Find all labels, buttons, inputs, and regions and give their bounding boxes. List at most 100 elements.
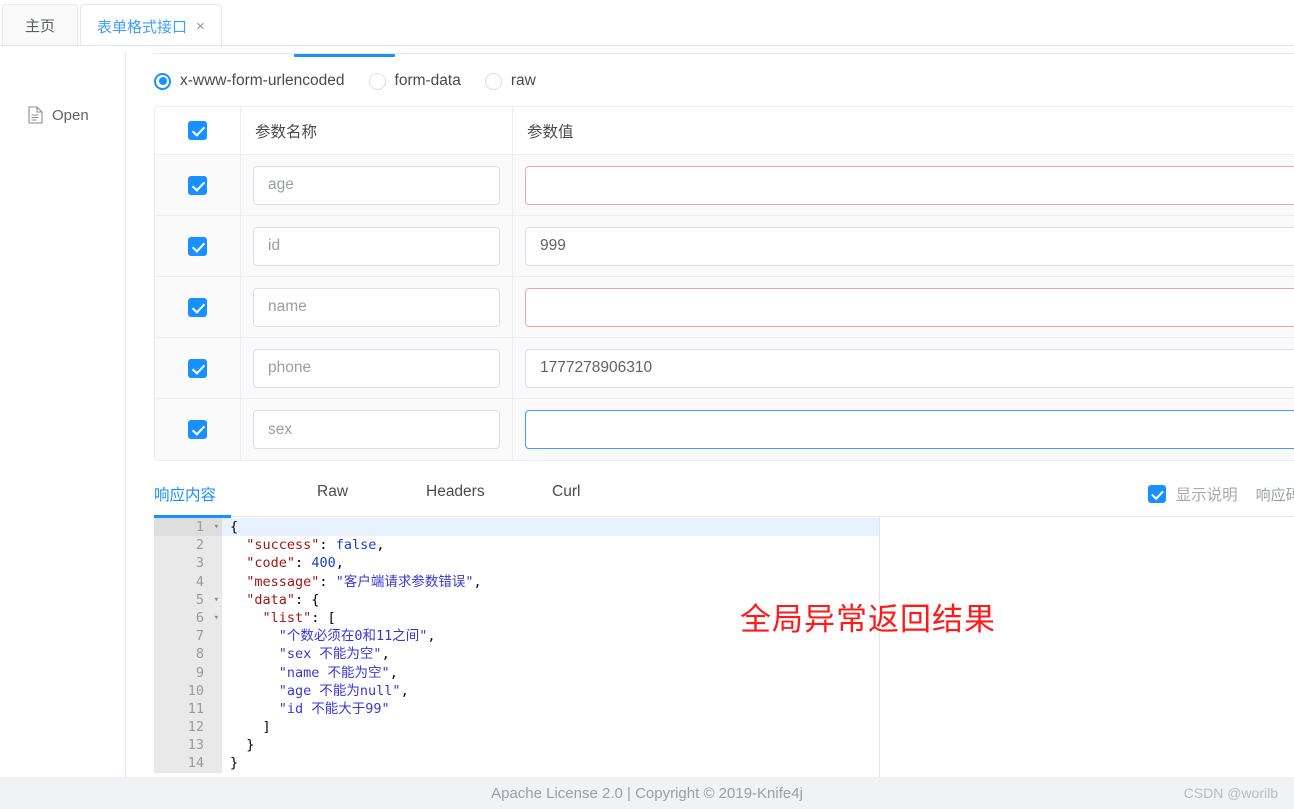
main-content: x-www-form-urlencoded form-data raw 参数名称 — [126, 46, 1294, 809]
app-root: 主页 表单格式接口 × Open x-www-form-urlencoded f… — [0, 0, 1294, 809]
tab-home[interactable]: 主页 — [2, 4, 78, 46]
code-text: "message": "客户端请求参数错误", — [246, 573, 482, 590]
tab-response-content[interactable]: 响应内容 — [154, 483, 216, 505]
row-name-cell — [241, 277, 513, 337]
param-value-input[interactable] — [525, 410, 1294, 449]
line-number: 6 ▾ — [154, 608, 219, 628]
row-value-cell — [513, 399, 1294, 460]
code-text: } — [246, 737, 255, 754]
radio-dot-icon — [154, 72, 171, 90]
close-icon[interactable]: × — [196, 19, 205, 34]
tab-raw[interactable]: Raw — [317, 483, 348, 501]
gutter-spacer — [210, 754, 222, 773]
table-row — [155, 338, 1294, 399]
row-checkbox-cell — [155, 399, 241, 460]
radio-label: form-data — [394, 72, 461, 89]
param-value-input[interactable] — [525, 348, 1294, 388]
sidebar-item-open[interactable]: Open — [28, 106, 89, 124]
line-number: 13 — [154, 736, 210, 755]
radio-raw[interactable]: raw — [484, 72, 536, 90]
page-footer: Apache License 2.0 | Copyright © 2019-Kn… — [0, 777, 1294, 809]
table-row — [155, 216, 1294, 277]
response-meta: 显示说明 响应码: 200 : — [1147, 483, 1294, 505]
row-checkbox[interactable] — [188, 420, 207, 439]
gutter-spacer — [210, 663, 222, 682]
response-tab-bar: 响应内容 Raw Headers Curl 显示说明 响应码: 200 : — [154, 471, 1294, 518]
tab-curl[interactable]: Curl — [552, 483, 580, 501]
tab-form-interface-label: 表单格式接口 — [97, 18, 188, 36]
code-line: 12 ] — [154, 718, 879, 737]
watermark: CSDN @worilb — [1183, 785, 1278, 801]
table-row — [155, 277, 1294, 338]
line-number: 12 — [154, 718, 210, 737]
gutter-spacer — [210, 627, 222, 646]
gutter-spacer — [210, 699, 222, 719]
subtab-active-indicator — [294, 54, 395, 57]
param-value-input[interactable] — [525, 287, 1294, 327]
row-checkbox[interactable] — [188, 175, 207, 195]
line-number: 9 — [154, 663, 210, 682]
select-all-checkbox[interactable] — [188, 121, 207, 140]
show-description-label: 显示说明 — [1175, 487, 1238, 504]
row-name-cell — [241, 155, 513, 215]
radio-form-data[interactable]: form-data — [368, 72, 461, 90]
row-checkbox[interactable] — [188, 358, 207, 378]
show-description-checkbox[interactable] — [1147, 485, 1166, 503]
column-header-name: 参数名称 — [255, 123, 318, 141]
footer-license-text: Apache License 2.0 | Copyright © 2019-Kn… — [491, 784, 803, 802]
code-line: 13 } — [154, 736, 879, 755]
param-name-input[interactable] — [253, 410, 500, 449]
code-text: "success": false, — [246, 537, 385, 554]
row-checkbox-cell — [155, 155, 241, 215]
response-code-editor[interactable]: 1 ▾ {2 "success": false, 3 "code": 400, 4 "m… — [154, 518, 880, 809]
code-line: 9 "name 不能为空", — [154, 663, 879, 682]
fold-toggle-icon[interactable]: ▾ — [209, 518, 219, 536]
param-value-input[interactable] — [525, 165, 1294, 205]
fold-toggle-icon[interactable]: ▾ — [209, 591, 219, 609]
radio-dot-icon — [368, 72, 386, 90]
response-code-label: 响应码: — [1255, 486, 1294, 504]
code-text: "age 不能为null", — [278, 682, 409, 699]
line-number: 5 ▾ — [154, 590, 219, 609]
parameter-table: 参数名称 参数值 — [154, 106, 1294, 461]
line-number: 8 — [154, 645, 210, 664]
row-checkbox[interactable] — [188, 236, 207, 256]
radio-dot-icon — [484, 72, 502, 90]
param-name-input[interactable] — [253, 165, 500, 205]
left-sidebar: Open — [0, 46, 125, 809]
param-value-input[interactable] — [525, 226, 1294, 266]
code-text: ] — [262, 719, 271, 736]
param-name-input[interactable] — [253, 226, 500, 266]
code-line: 11 "id 不能大于99" — [154, 699, 879, 719]
row-checkbox-cell — [155, 216, 241, 276]
line-number: 14 — [154, 754, 210, 773]
table-row — [155, 155, 1294, 216]
code-line: 14} — [154, 754, 879, 773]
code-text: "name 不能为空", — [278, 664, 398, 681]
document-icon — [28, 106, 43, 124]
annotation-text: 全局异常返回结果 — [740, 602, 996, 638]
radio-label: x-www-form-urlencoded — [180, 72, 345, 89]
code-line: 1 ▾ { — [154, 518, 879, 537]
gutter-spacer — [210, 681, 222, 700]
row-name-cell — [241, 216, 513, 276]
code-text: "data": { — [246, 591, 320, 608]
line-number: 7 — [154, 627, 210, 646]
table-row — [155, 399, 1294, 460]
code-text: { — [230, 519, 239, 535]
row-name-cell — [241, 399, 513, 460]
code-line: 4 "message": "客户端请求参数错误", — [154, 572, 879, 591]
param-name-input[interactable] — [253, 287, 500, 327]
tab-form-interface[interactable]: 表单格式接口 × — [80, 4, 222, 47]
param-name-input[interactable] — [253, 348, 500, 388]
tab-headers[interactable]: Headers — [426, 483, 485, 501]
line-number: 2 — [154, 536, 210, 555]
code-line: 3 "code": 400, — [154, 554, 879, 573]
gutter-spacer — [210, 718, 222, 737]
fold-toggle-icon[interactable]: ▾ — [209, 609, 219, 627]
radio-x-www-form-urlencoded[interactable]: x-www-form-urlencoded — [154, 72, 345, 90]
code-text: "个数必须在0和11之间", — [278, 628, 436, 645]
row-checkbox[interactable] — [188, 297, 207, 317]
gutter-spacer — [210, 536, 222, 555]
line-number: 1 ▾ — [154, 518, 219, 537]
